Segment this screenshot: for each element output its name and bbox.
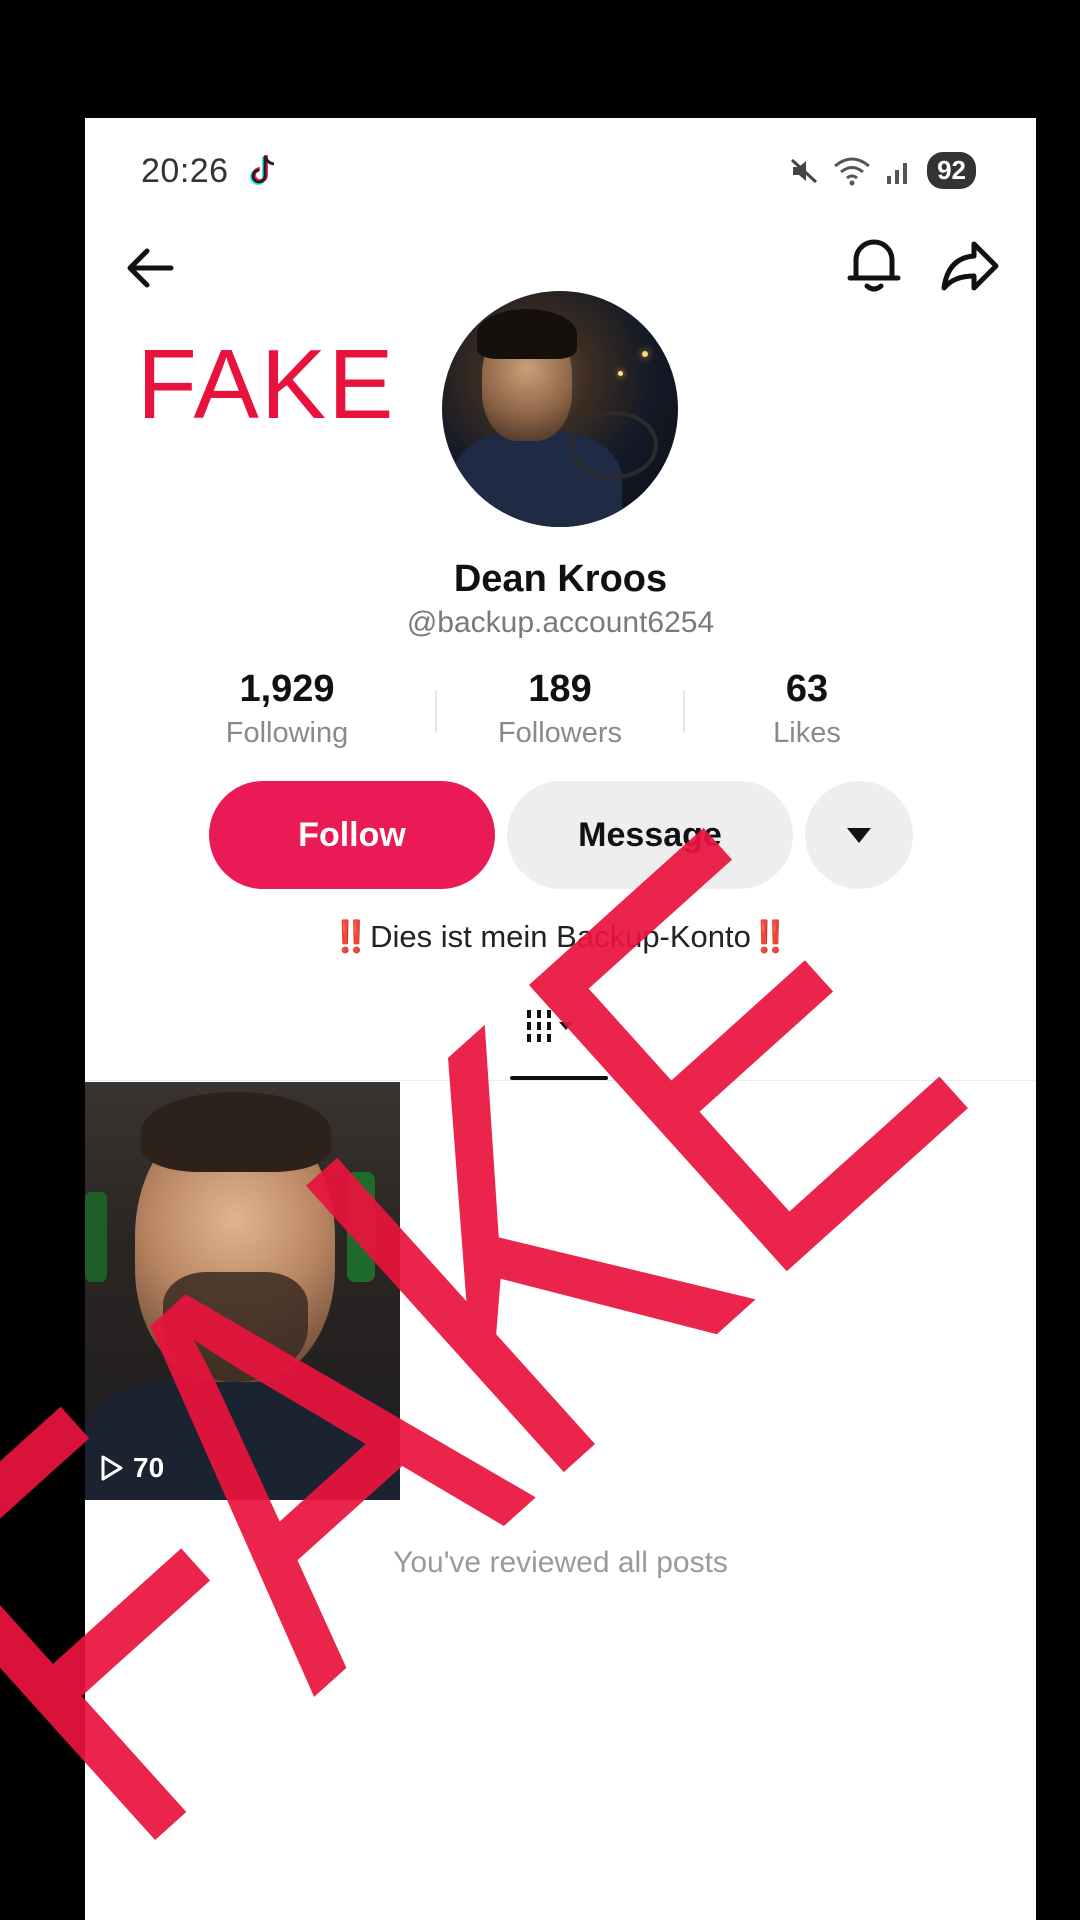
more-options-button[interactable]: [805, 781, 913, 889]
post-views: 70: [99, 1452, 164, 1484]
status-time: 20:26: [141, 152, 229, 190]
stat-followers[interactable]: 189 Followers: [450, 668, 670, 750]
stat-divider: [683, 690, 685, 732]
stat-following[interactable]: 1,929 Following: [177, 668, 397, 750]
chevron-down-icon: [847, 828, 871, 843]
stat-value: 189: [528, 668, 592, 710]
fake-label: FAKE: [137, 329, 396, 439]
tab-divider: [85, 1080, 1036, 1081]
stat-label: Followers: [497, 717, 623, 749]
stat-value: 1,929: [239, 668, 335, 710]
bell-icon[interactable]: [842, 230, 906, 298]
message-button[interactable]: Message: [507, 781, 793, 889]
grid-icon[interactable]: [525, 1004, 605, 1054]
share-icon[interactable]: [938, 234, 1002, 298]
bio-mark: ‼️: [331, 919, 371, 954]
wifi-icon: [834, 157, 871, 185]
stat-label: Likes: [773, 717, 841, 749]
mute-icon: [791, 158, 818, 183]
signal-icon: [887, 162, 908, 184]
stat-divider: [435, 690, 437, 732]
end-of-posts-text: You've reviewed all posts: [393, 1546, 728, 1579]
bio-text: Dies ist mein Backup-Konto: [370, 919, 751, 954]
avatar[interactable]: [442, 291, 678, 527]
back-arrow-icon[interactable]: [121, 238, 181, 298]
profile-handle: @backup.account6254: [406, 606, 715, 639]
stat-likes[interactable]: 63 Likes: [697, 668, 917, 750]
profile-bio: ‼️Dies ist mein Backup-Konto‼️: [85, 918, 1036, 955]
stat-label: Following: [225, 717, 349, 749]
tiktok-icon: [250, 155, 275, 185]
profile-screen: 20:26 92 FAKE Dean Kroos @backup.account…: [85, 118, 1036, 1920]
post-view-count: 70: [133, 1452, 165, 1483]
follow-button[interactable]: Follow: [209, 781, 495, 889]
stat-value: 63: [785, 668, 829, 710]
profile-name: Dean Kroos: [453, 558, 668, 600]
post-thumbnail[interactable]: 70: [85, 1082, 400, 1500]
status-icons: 92: [789, 152, 976, 189]
bio-mark: ‼️: [750, 919, 790, 954]
battery-indicator: 92: [927, 152, 976, 189]
play-icon: [101, 1455, 123, 1481]
profile-stats: 1,929 Following 189 Followers 63 Likes: [85, 668, 1036, 758]
